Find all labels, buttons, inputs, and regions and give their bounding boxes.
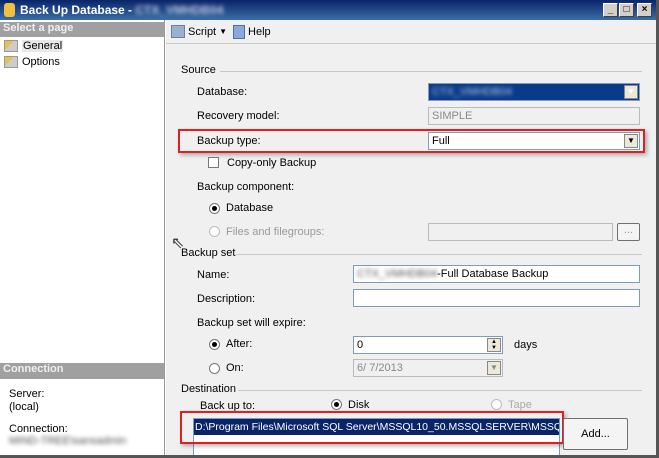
- connection-label: Connection:: [9, 423, 68, 435]
- select-page-header: Select a page: [0, 22, 164, 37]
- script-icon: [171, 25, 185, 38]
- database-icon: [4, 3, 15, 17]
- spinner-arrows-icon[interactable]: ▲ ▼: [487, 338, 501, 352]
- database-radio[interactable]: [209, 203, 220, 214]
- name-suffix: -Full Database Backup: [437, 268, 549, 280]
- database-value: CTX_VMHDB04: [432, 86, 513, 98]
- divider: [220, 71, 642, 72]
- after-spinner[interactable]: 0 ▲ ▼: [353, 336, 503, 354]
- disk-radio[interactable]: [331, 399, 342, 410]
- after-radio[interactable]: [209, 339, 220, 350]
- name-input[interactable]: CTX_VMHDB04-Full Database Backup: [353, 265, 640, 283]
- close-button[interactable]: ×: [637, 3, 652, 17]
- server-label: Server:: [9, 388, 45, 400]
- destination-group-title: Destination: [181, 383, 237, 395]
- window-title: Back Up Database -: [20, 3, 136, 17]
- divider: [236, 254, 642, 255]
- chevron-down-icon: ▼: [487, 361, 501, 375]
- on-label: On:: [226, 362, 244, 374]
- after-label: After:: [226, 338, 253, 350]
- days-label: days: [514, 339, 538, 351]
- help-icon: [233, 24, 246, 39]
- page-icon: [4, 39, 18, 52]
- script-button[interactable]: Script ▼: [171, 25, 227, 38]
- name-label: Name:: [197, 269, 230, 281]
- files-field: [428, 223, 613, 241]
- on-date-picker[interactable]: 6/ 7/2013 ▼: [353, 359, 503, 377]
- on-radio[interactable]: [209, 363, 220, 374]
- files-radio-label: Files and filegroups:: [226, 226, 325, 238]
- general-page: Script ▼ Help Source Database: CTX_VMHDB0…: [166, 20, 657, 458]
- divider: [238, 390, 642, 391]
- help-label: Help: [248, 25, 271, 38]
- toolbar: Script ▼ Help: [166, 20, 657, 44]
- database-label: Database:: [197, 86, 248, 98]
- backup-set-group-title: Backup set: [181, 247, 236, 259]
- disk-label: Disk: [348, 399, 370, 411]
- description-label: Description:: [197, 293, 256, 305]
- copy-only-label: Copy-only Backup: [227, 157, 317, 169]
- highlight-box: [180, 411, 564, 444]
- name-prefix: CTX_VMHDB04: [357, 268, 438, 280]
- page-selector-pane: Select a page General Options Connection…: [0, 20, 165, 456]
- script-label: Script: [188, 25, 217, 38]
- tape-radio[interactable]: [491, 399, 502, 410]
- expire-label: Backup set will expire:: [197, 317, 306, 329]
- page-label: General: [22, 39, 64, 52]
- page-general[interactable]: General: [4, 38, 64, 53]
- window-title-db: CTX_VMHDB04: [135, 3, 224, 17]
- browse-button[interactable]: ...: [617, 223, 640, 241]
- copy-only-checkbox[interactable]: [208, 157, 219, 168]
- highlight-box: [178, 129, 645, 153]
- title-bar: Back Up Database - CTX_VMHDB04 _ □ ×: [0, 0, 659, 20]
- maximize-button[interactable]: □: [619, 3, 634, 17]
- backup-component-label: Backup component:: [197, 181, 295, 193]
- connection-header: Connection: [0, 363, 164, 379]
- connection-value: MIND-TREE\sansadmin: [9, 435, 127, 447]
- description-input[interactable]: [353, 289, 640, 307]
- files-radio[interactable]: [209, 226, 220, 237]
- source-group-title: Source: [181, 64, 216, 76]
- server-value: (local): [9, 401, 39, 413]
- recovery-model-field: SIMPLE: [428, 107, 640, 125]
- chevron-down-icon: ▼: [219, 27, 228, 36]
- help-button[interactable]: Help: [233, 24, 271, 39]
- page-icon: [4, 55, 18, 68]
- after-value: 0: [357, 339, 364, 351]
- page-label: Options: [22, 55, 60, 68]
- database-combo[interactable]: CTX_VMHDB04 ▼: [428, 83, 640, 101]
- database-radio-label: Database: [226, 202, 274, 214]
- page-options[interactable]: Options: [4, 54, 60, 69]
- tape-label: Tape: [508, 399, 532, 411]
- chevron-down-icon: ▼: [624, 85, 638, 99]
- recovery-model-label: Recovery model:: [197, 110, 280, 122]
- add-button[interactable]: Add...: [563, 418, 628, 450]
- on-date-value: 6/ 7/2013: [357, 362, 403, 374]
- minimize-button[interactable]: _: [603, 3, 618, 17]
